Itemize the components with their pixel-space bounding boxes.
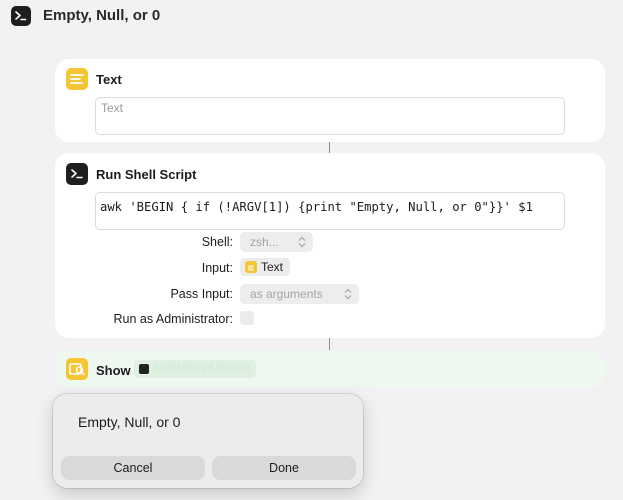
- shell-result-token[interactable]: Shell Script Result: [134, 360, 256, 378]
- quicklook-icon: [66, 358, 88, 380]
- done-button[interactable]: Done: [212, 456, 356, 480]
- shell-popup-value: zsh...: [250, 235, 279, 249]
- text-lines-icon: [66, 68, 88, 90]
- text-action-title: Text: [96, 72, 122, 87]
- text-action-card[interactable]: Text Text: [55, 59, 605, 142]
- chevron-updown-icon: [344, 288, 352, 303]
- chevron-updown-icon: [298, 236, 306, 251]
- connector-line: [329, 142, 330, 153]
- pass-input-label: Pass Input:: [170, 287, 233, 301]
- text-input[interactable]: Text: [95, 97, 565, 135]
- dialog-message: Empty, Null, or 0: [78, 414, 181, 430]
- run-as-admin-checkbox[interactable]: [240, 311, 254, 325]
- terminal-icon: [139, 364, 149, 374]
- text-lines-icon: [245, 261, 257, 273]
- pass-input-value: as arguments: [250, 287, 323, 301]
- shell-popup[interactable]: zsh...: [240, 232, 313, 252]
- connector-line: [329, 338, 330, 350]
- run-as-admin-label: Run as Administrator:: [113, 312, 234, 326]
- text-input-placeholder: Text: [101, 101, 124, 115]
- script-editor[interactable]: awk 'BEGIN { if (!ARGV[1]) {print "Empty…: [95, 192, 565, 230]
- title-bar: Empty, Null, or 0: [0, 0, 623, 34]
- input-token-label: Text: [261, 260, 284, 274]
- terminal-icon: [11, 6, 31, 26]
- shell-action-title: Run Shell Script: [96, 167, 197, 182]
- script-text: awk 'BEGIN { if (!ARGV[1]) {print "Empty…: [100, 200, 533, 214]
- show-action-title: Show: [96, 363, 131, 378]
- shell-action-card[interactable]: Run Shell Script awk 'BEGIN { if (!ARGV[…: [55, 153, 605, 338]
- result-token-label: Shell Script Result: [153, 362, 251, 374]
- window-title: Empty, Null, or 0: [43, 7, 161, 24]
- result-dialog: Empty, Null, or 0 Cancel Done: [53, 394, 363, 488]
- terminal-icon: [66, 163, 88, 185]
- pass-input-popup[interactable]: as arguments: [240, 284, 359, 304]
- cancel-button[interactable]: Cancel: [61, 456, 205, 480]
- shell-label: Shell:: [201, 235, 233, 249]
- input-label: Input:: [201, 261, 233, 275]
- input-variable-token[interactable]: Text: [240, 258, 290, 276]
